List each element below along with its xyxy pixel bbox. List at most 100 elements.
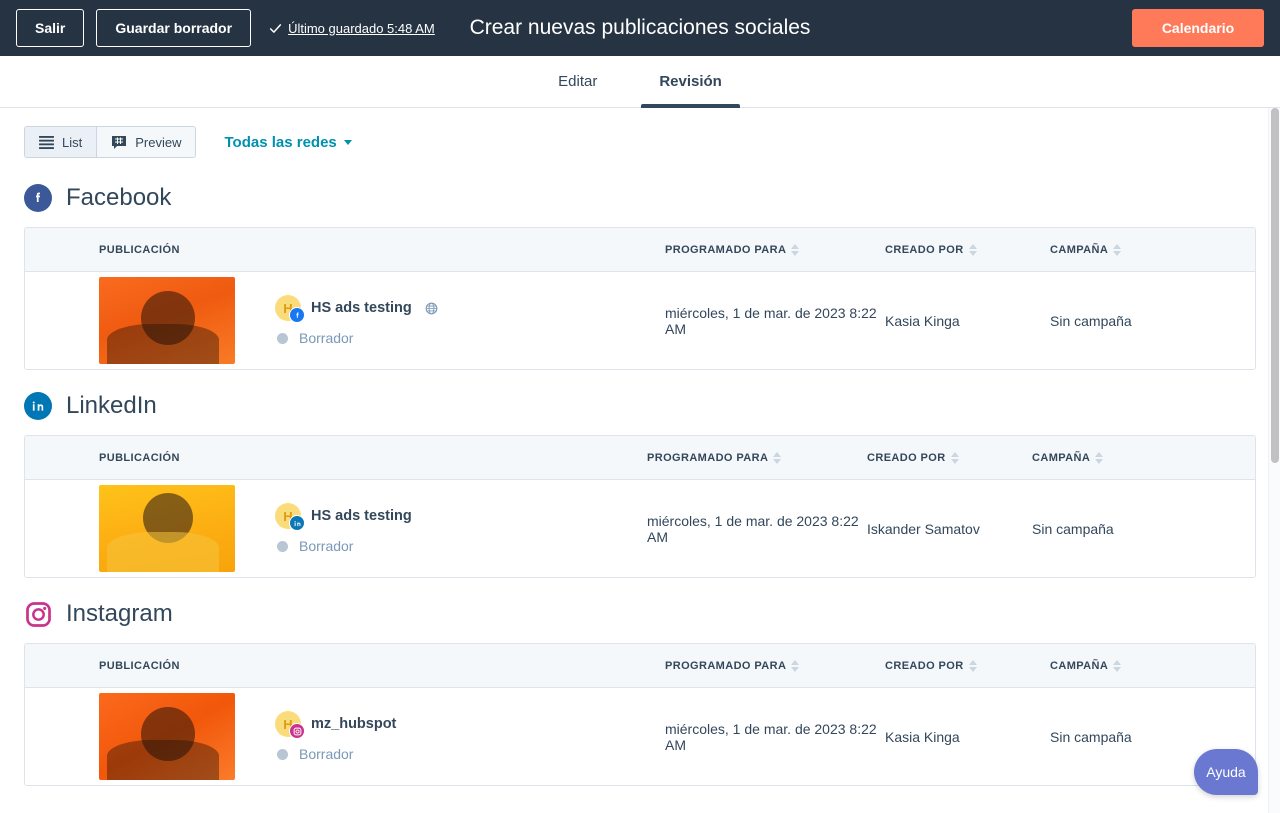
column-campana-label: CAMPAÑA (1050, 244, 1108, 256)
post-thumbnail[interactable] (99, 485, 235, 572)
cell-publicacion: H HS ads testing Borrador (25, 485, 647, 572)
column-campana[interactable]: CAMPAÑA (1032, 452, 1192, 464)
exit-button[interactable]: Salir (16, 9, 84, 47)
page-scrollbar[interactable] (1268, 108, 1280, 813)
sort-icon[interactable] (951, 452, 959, 464)
network-header-facebook: Facebook (24, 184, 1256, 212)
post-status-row: Borrador (275, 538, 412, 554)
avatar: H (275, 503, 301, 529)
avatar: H (275, 711, 301, 737)
view-list-button[interactable]: List (25, 127, 96, 157)
column-programado-para[interactable]: PROGRAMADO PARA (665, 244, 885, 256)
post-account-row: H HS ads testing (275, 503, 412, 529)
post-account-name: mz_hubspot (311, 716, 396, 732)
network-header-instagram: Instagram (24, 600, 1256, 628)
post-status-row: Borrador (275, 746, 396, 762)
sort-icon[interactable] (1113, 244, 1121, 256)
network-filter-dropdown[interactable]: Todas las redes (224, 134, 351, 151)
cell-campana: Sin campaña (1032, 521, 1192, 537)
column-creado-por-label: CREADO POR (867, 452, 946, 464)
sort-icon[interactable] (791, 244, 799, 256)
status-badge: Borrador (299, 330, 353, 346)
last-saved-status[interactable]: Último guardado 5:48 AM (269, 21, 435, 36)
review-content: List Preview Todas las redes Fac (0, 108, 1280, 813)
posts-table-facebook: PUBLICACIÓN PROGRAMADO PARA CREADO POR C… (24, 227, 1256, 370)
sort-icon[interactable] (1095, 452, 1103, 464)
cell-creado-por: Iskander Samatov (867, 521, 1032, 537)
view-preview-label: Preview (135, 135, 181, 150)
tab-editar[interactable]: Editar (540, 56, 615, 107)
post-thumbnail[interactable] (99, 277, 235, 364)
column-publicacion: PUBLICACIÓN (25, 452, 647, 464)
post-status-row: Borrador (275, 330, 438, 346)
cell-programado-para: miércoles, 1 de mar. de 2023 8:22 AM (665, 305, 885, 337)
column-campana-label: CAMPAÑA (1032, 452, 1090, 464)
linkedin-badge-icon (289, 515, 305, 531)
table-header-linkedin: PUBLICACIÓN PROGRAMADO PARA CREADO POR C… (25, 436, 1255, 480)
network-name-linkedin: LinkedIn (66, 392, 157, 420)
table-header-facebook: PUBLICACIÓN PROGRAMADO PARA CREADO POR C… (25, 228, 1255, 272)
cell-programado-para: miércoles, 1 de mar. de 2023 8:22 AM (665, 721, 885, 753)
table-row[interactable]: H HS ads testing Borrador (25, 480, 1255, 577)
linkedin-icon (24, 392, 52, 420)
column-programado-para-label: PROGRAMADO PARA (665, 244, 786, 256)
sort-icon[interactable] (773, 452, 781, 464)
post-meta: H mz_hubspot (275, 711, 396, 762)
status-badge: Borrador (299, 538, 353, 554)
column-programado-para[interactable]: PROGRAMADO PARA (647, 452, 867, 464)
cell-programado-para: miércoles, 1 de mar. de 2023 8:22 AM (647, 513, 867, 545)
status-dot-icon (277, 541, 288, 552)
view-preview-button[interactable]: Preview (96, 127, 195, 157)
column-campana[interactable]: CAMPAÑA (1050, 244, 1210, 256)
sort-icon[interactable] (791, 660, 799, 672)
post-meta: H HS ads testing (275, 295, 438, 346)
cell-publicacion: H mz_hubspot (25, 693, 665, 780)
tab-revision[interactable]: Revisión (641, 56, 740, 107)
help-button[interactable]: Ayuda (1194, 749, 1258, 795)
scrollbar-thumb[interactable] (1271, 108, 1279, 463)
status-dot-icon (277, 333, 288, 344)
avatar: H (275, 295, 301, 321)
chevron-down-icon (344, 140, 352, 145)
column-creado-por[interactable]: CREADO POR (885, 244, 1050, 256)
post-account-row: H mz_hubspot (275, 711, 396, 737)
bottom-fade-overlay (0, 787, 1280, 813)
main-tabs: Editar Revisión (0, 56, 1280, 108)
app-header: Salir Guardar borrador Último guardado 5… (0, 0, 1280, 56)
calendar-button[interactable]: Calendario (1132, 9, 1264, 47)
status-badge: Borrador (299, 746, 353, 762)
facebook-icon (24, 184, 52, 212)
network-section-facebook: Facebook PUBLICACIÓN PROGRAMADO PARA CRE… (24, 184, 1256, 370)
column-creado-por-label: CREADO POR (885, 660, 964, 672)
column-programado-para-label: PROGRAMADO PARA (647, 452, 768, 464)
sort-icon[interactable] (1113, 660, 1121, 672)
network-filter-label: Todas las redes (224, 134, 336, 151)
column-creado-por-label: CREADO POR (885, 244, 964, 256)
list-icon (39, 136, 54, 149)
instagram-badge-icon (289, 723, 305, 739)
sort-icon[interactable] (969, 660, 977, 672)
view-list-label: List (62, 135, 82, 150)
table-row[interactable]: H HS ads testing (25, 272, 1255, 369)
post-meta: H HS ads testing Borrador (275, 503, 412, 554)
cell-creado-por: Kasia Kinga (885, 729, 1050, 745)
last-saved-label: Último guardado 5:48 AM (288, 21, 435, 36)
cell-campana: Sin campaña (1050, 313, 1210, 329)
post-account-row: H HS ads testing (275, 295, 438, 321)
column-programado-para-label: PROGRAMADO PARA (665, 660, 786, 672)
table-header-instagram: PUBLICACIÓN PROGRAMADO PARA CREADO POR C… (25, 644, 1255, 688)
table-row[interactable]: H mz_hubspot (25, 688, 1255, 785)
check-icon (269, 22, 282, 35)
column-creado-por[interactable]: CREADO POR (867, 452, 1032, 464)
post-thumbnail[interactable] (99, 693, 235, 780)
sort-icon[interactable] (969, 244, 977, 256)
status-dot-icon (277, 749, 288, 760)
column-campana-label: CAMPAÑA (1050, 660, 1108, 672)
save-draft-button[interactable]: Guardar borrador (96, 9, 251, 47)
column-campana[interactable]: CAMPAÑA (1050, 660, 1210, 672)
column-creado-por[interactable]: CREADO POR (885, 660, 1050, 672)
network-section-linkedin: LinkedIn PUBLICACIÓN PROGRAMADO PARA CRE… (24, 392, 1256, 578)
cell-creado-por: Kasia Kinga (885, 313, 1050, 329)
column-programado-para[interactable]: PROGRAMADO PARA (665, 660, 885, 672)
view-mode-switch: List Preview (24, 126, 196, 158)
